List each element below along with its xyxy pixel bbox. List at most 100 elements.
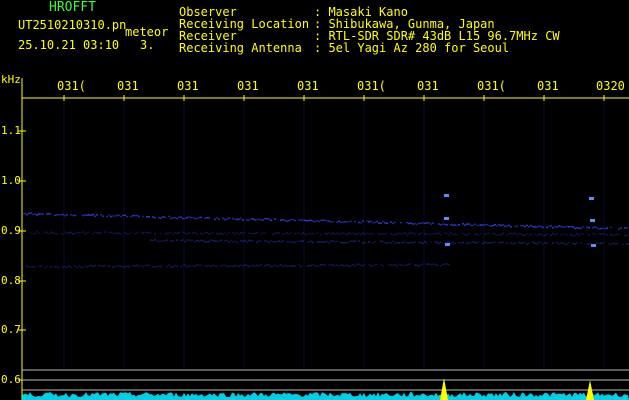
- trace-dot: [176, 265, 178, 267]
- trace-dot: [78, 265, 80, 267]
- trace-dot: [182, 217, 184, 220]
- trace-dot: [434, 232, 436, 235]
- trace-dot: [252, 233, 254, 235]
- trace-dot: [314, 265, 316, 267]
- trace-dot: [82, 231, 84, 233]
- trace-dot: [70, 214, 72, 216]
- trace-dot: [280, 241, 282, 243]
- trace-dot: [130, 215, 132, 218]
- trace-dot: [34, 213, 36, 215]
- trace-dot: [336, 264, 338, 266]
- trace-dot: [214, 240, 216, 242]
- trace-dot: [574, 243, 576, 245]
- trace-dot: [174, 216, 176, 219]
- trace-dot: [562, 226, 564, 228]
- trace-dot: [408, 242, 410, 244]
- x-tick-label: 031(: [57, 79, 86, 93]
- trace-dot: [236, 218, 238, 221]
- trace-dot: [288, 219, 290, 222]
- trace-dot: [94, 264, 96, 267]
- trace-dot: [560, 225, 562, 228]
- trace-dot: [222, 233, 224, 236]
- trace-dot: [240, 264, 242, 266]
- trace-dot: [410, 241, 412, 244]
- trace-dot: [418, 233, 420, 235]
- trace-dot: [294, 219, 296, 222]
- trace-dot: [534, 233, 536, 236]
- trace-dot: [408, 263, 410, 265]
- trace-dot: [168, 264, 170, 266]
- trace-dot: [462, 223, 464, 225]
- trace-dot: [78, 232, 80, 234]
- trace-dot: [332, 264, 334, 266]
- trace-dot: [90, 214, 92, 216]
- trace-dot: [286, 265, 288, 267]
- trace-dot: [254, 219, 256, 221]
- trace-dot: [328, 220, 330, 222]
- trace-dot: [558, 225, 560, 227]
- trace-dot: [116, 232, 118, 235]
- trace-dot: [290, 219, 292, 221]
- trace-dot: [56, 214, 58, 216]
- trace-dot: [560, 234, 562, 236]
- trace-dot: [354, 240, 356, 242]
- trace-dot: [568, 226, 570, 228]
- trace-dot: [152, 239, 154, 242]
- trace-dot: [358, 232, 360, 234]
- trace-dot: [238, 218, 240, 220]
- trace-dot: [318, 220, 320, 223]
- trace-dot: [62, 233, 64, 235]
- trace-dot: [54, 214, 56, 217]
- trace-dot: [86, 232, 88, 234]
- trace-dot: [254, 232, 256, 234]
- trace-dot: [120, 215, 122, 218]
- trace-dot: [368, 233, 370, 235]
- trace-dot: [192, 239, 194, 241]
- trace-dot: [242, 219, 244, 221]
- trace-dot: [624, 227, 626, 229]
- trace-dot: [36, 231, 38, 233]
- trace-dot: [58, 266, 60, 268]
- trace-dot: [224, 232, 226, 234]
- x-tick-label: 031: [177, 79, 199, 93]
- trace-dot: [476, 242, 478, 244]
- trace-dot: [430, 223, 432, 225]
- trace-dot: [248, 239, 250, 242]
- trace-dot: [560, 242, 562, 244]
- trace-dot: [288, 241, 290, 243]
- trace-dot: [100, 214, 102, 216]
- trace-dot: [436, 241, 438, 244]
- trace-dot: [408, 222, 410, 225]
- trace-dot: [564, 226, 566, 228]
- trace-dot: [184, 264, 186, 266]
- trace-dot: [330, 240, 332, 242]
- trace-dot: [566, 243, 568, 245]
- trace-dot: [570, 225, 572, 228]
- trace-dot: [598, 228, 600, 230]
- trace-dot: [382, 233, 384, 235]
- trace-dot: [432, 263, 434, 265]
- trace-dot: [22, 213, 24, 215]
- trace-dot: [388, 241, 390, 244]
- trace-dot: [602, 227, 604, 230]
- trace-dot: [136, 264, 138, 267]
- trace-dot: [354, 220, 356, 223]
- trace-dot: [242, 265, 244, 267]
- trace-dot: [552, 227, 554, 229]
- trace-dot: [538, 241, 540, 244]
- trace-dot: [108, 214, 110, 216]
- trace-dot: [620, 227, 622, 229]
- trace-dot: [498, 224, 500, 226]
- trace-dot: [182, 231, 184, 233]
- trace-dot: [144, 264, 146, 267]
- trace-dot: [144, 231, 146, 234]
- trace-dot: [116, 265, 118, 268]
- trace-dot: [358, 240, 360, 242]
- trace-dot: [192, 232, 194, 234]
- trace-dot: [550, 225, 552, 227]
- trace-dot: [180, 239, 182, 242]
- trace-dot: [360, 222, 362, 224]
- trace-dot: [198, 216, 200, 219]
- trace-dot: [466, 242, 468, 244]
- trace-dot: [62, 266, 64, 268]
